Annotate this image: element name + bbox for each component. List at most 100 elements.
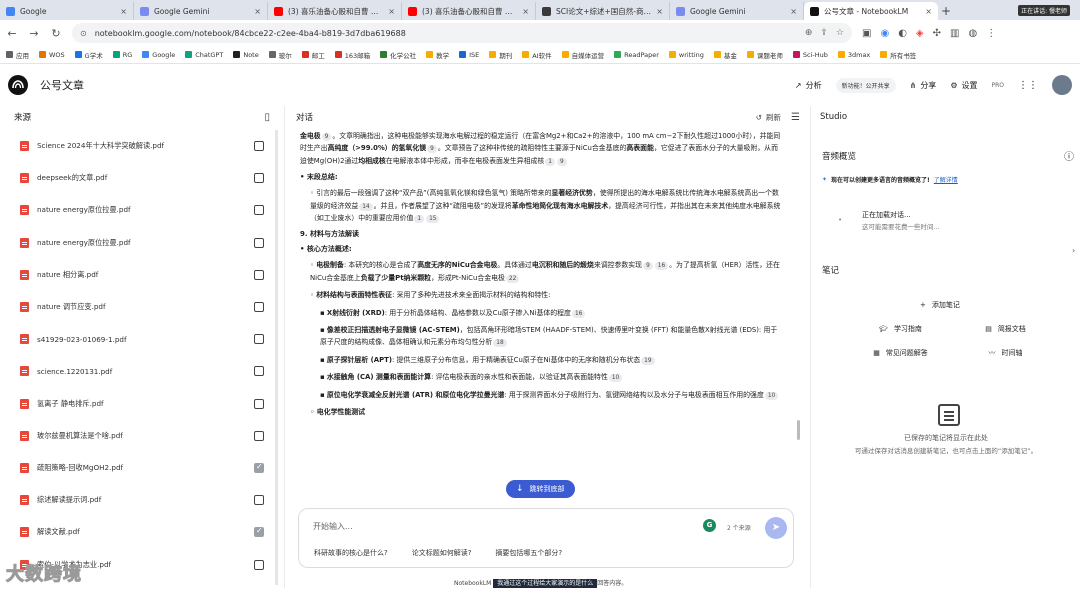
source-checkbox[interactable] [254,141,264,152]
source-checkbox[interactable] [254,205,264,216]
new-feature-pill[interactable]: 新功能！公开共享 [835,77,896,93]
extension-icon[interactable]: ◈ [916,28,924,39]
source-item[interactable]: 综述解读提示词.pdf [6,484,278,516]
citation-chip[interactable]: 9 [427,145,437,154]
menu-icon[interactable]: ⋮ [986,28,996,39]
source-checkbox[interactable] [254,462,264,473]
bookmark-item[interactable]: 基金 [713,50,737,60]
briefing-doc-button[interactable]: ▤ 简报文档 [953,324,1058,334]
bookmark-item[interactable]: 163邮箱 [334,50,370,60]
suggested-question-chip[interactable]: 摘要包括哪五个部分? [495,548,562,558]
citation-chip[interactable]: 9 [321,133,332,141]
source-item[interactable]: deepseek的文章.pdf [6,162,278,194]
bookmark-item[interactable]: 化学公社 [380,50,416,60]
source-checkbox[interactable] [254,559,264,570]
source-checkbox[interactable] [254,398,264,409]
tab-close-icon[interactable]: × [522,7,529,16]
apps-grid-icon[interactable]: ⋮⋮ [1018,80,1038,91]
source-checkbox[interactable] [254,302,264,313]
send-button[interactable]: ➤ [765,517,787,539]
source-checkbox[interactable] [254,526,264,538]
citation-chip[interactable]: 9 [557,157,567,166]
citation-chip[interactable]: 15 [426,215,440,224]
source-item[interactable]: 玻尔兹曼机算法是个啥.pdf [6,420,278,452]
source-item[interactable]: 氢离子 静电排斥.pdf [6,388,278,420]
browser-tab[interactable]: Google × [0,2,134,20]
source-checkbox[interactable] [254,237,264,248]
refresh-button[interactable]: ↺ 刷新 [756,112,781,123]
share-button[interactable]: ⋔ 分享 [910,80,937,91]
chat-input[interactable]: 开始输入... [313,521,353,532]
bookmark-star-icon[interactable]: ☆ [836,28,844,38]
bookmark-item[interactable]: 教学 [426,50,449,60]
study-guide-button[interactable]: 🎓︎ 学习指南 [848,324,953,334]
forward-icon[interactable]: → [28,27,40,40]
citation-chip[interactable]: 22 [505,274,520,283]
bookmark-item[interactable]: 所有书签 [880,50,916,60]
reload-icon[interactable]: ↻ [50,27,62,40]
tab-close-icon[interactable]: × [254,7,261,16]
avatar[interactable] [1052,75,1072,95]
extension-icon[interactable]: ▣ [862,28,871,39]
faq-button[interactable]: ▦ 常见问题解答 [848,348,953,358]
jump-to-bottom-button[interactable]: ↓ 跳转到底部 [506,480,575,498]
browser-tab[interactable]: 公号文章 - NotebookLM × [804,2,938,20]
bookmark-item[interactable]: ChatGPT [185,51,223,59]
tab-close-icon[interactable]: × [388,7,395,16]
bookmark-item[interactable]: 应用 [6,50,29,60]
bookmark-item[interactable]: Sci-Hub [792,51,828,59]
source-checkbox[interactable] [254,269,264,280]
bookmark-item[interactable]: ISE [459,51,479,59]
bookmark-item[interactable]: AI软件 [522,50,552,60]
side-panel-arrow-icon[interactable]: › [1072,246,1075,255]
new-tab-button[interactable]: + [938,2,954,20]
bookmark-item[interactable]: Note [233,51,259,59]
collapse-panel-icon[interactable]: ▯ [264,112,270,123]
citation-chip[interactable]: 9 [643,262,653,271]
info-icon[interactable]: ⓘ [1064,148,1074,163]
bookmark-item[interactable]: WOS [39,51,65,59]
bookmark-item[interactable]: 邮工 [301,50,325,60]
source-checkbox[interactable] [254,366,264,377]
extensions-puzzle-icon[interactable]: ✣ [933,28,941,39]
learn-more-link[interactable]: 了解详情 [934,175,958,184]
share-page-icon[interactable]: ⇪ [820,28,828,38]
citation-chip[interactable]: 16 [654,262,669,271]
tab-close-icon[interactable]: × [790,7,797,16]
sidepanel-icon[interactable]: ▥ [950,28,959,39]
citation-chip[interactable]: 18 [493,339,507,348]
url-input[interactable]: ⊙ notebooklm.google.com/notebook/84cbce2… [72,23,852,43]
source-item[interactable]: Science 2024年十大科学突破解读.pdf [6,130,278,162]
source-checkbox[interactable] [254,334,264,345]
bookmark-item[interactable]: 课题老师 [746,50,783,60]
suggested-question-chip[interactable]: 科研故事的核心是什么? [314,548,388,558]
citation-chip[interactable]: 1 [414,215,425,224]
timeline-button[interactable]: 〰时间轴 [953,348,1058,358]
zoom-icon[interactable]: ⊕ [805,28,813,38]
source-item[interactable]: 疏阻策略-回收MgOH2.pdf [6,452,278,484]
citation-chip[interactable]: 10 [764,391,779,400]
browser-tab[interactable]: SCI论文+综述+国自然-商业化... × [536,2,670,20]
chat-composer[interactable]: 开始输入... G 2 个来源 ➤ [298,508,794,568]
extension-icon[interactable]: ◉ [880,28,889,39]
edge-tools[interactable]: › [1072,246,1080,286]
bookmark-item[interactable]: 期刊 [489,50,512,60]
tune-icon[interactable]: ☰ [791,112,800,123]
source-item[interactable]: nature 相分离.pdf [6,259,278,291]
analyze-button[interactable]: ↗ 分析 [795,80,822,91]
source-checkbox[interactable] [254,495,264,506]
source-item[interactable]: science.1220131.pdf [6,355,278,387]
browser-tab[interactable]: Google Gemini × [134,2,268,20]
browser-tab[interactable]: (3) 喜乐油备心骰和自曹 ▌ 频... × [268,2,402,20]
source-item[interactable]: nature energy原位拉曼.pdf [6,227,278,259]
citation-chip[interactable]: 14 [359,202,373,211]
source-item[interactable]: nature 调节应变.pdf [6,291,278,323]
add-note-button[interactable]: + 添加笔记 [920,300,960,310]
chat-scrollbar[interactable] [797,420,800,440]
citation-chip[interactable]: 10 [608,374,623,383]
tab-close-icon[interactable]: × [120,7,127,16]
source-item[interactable]: 解读文献.pdf [6,516,278,548]
bookmark-item[interactable]: 自媒体运营 [561,50,604,60]
settings-button[interactable]: ⚙ 设置 [950,80,977,91]
bookmark-item[interactable]: ReadPaper [614,51,659,59]
